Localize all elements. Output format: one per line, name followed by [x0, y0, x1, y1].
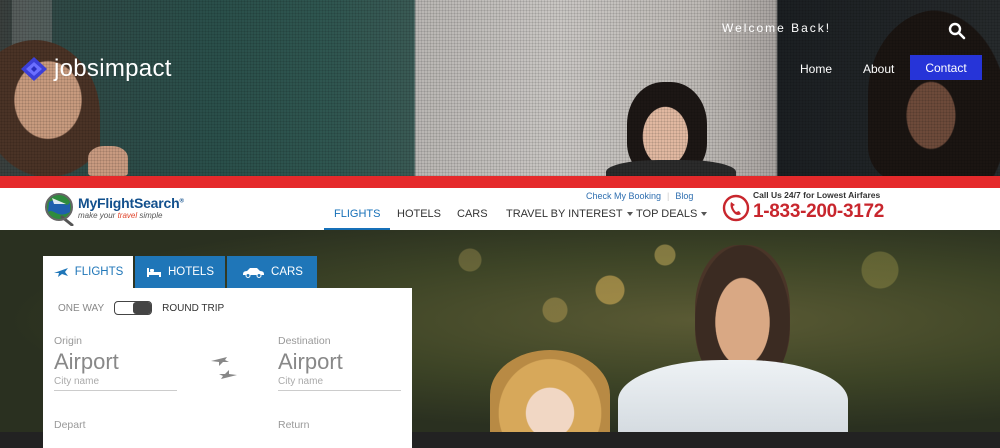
photo-man-body [618, 360, 848, 432]
tab-hotels[interactable]: HOTELS [135, 256, 225, 288]
depart-field[interactable]: Depart [54, 419, 177, 431]
origin-input[interactable]: Airport [54, 349, 177, 375]
plane-icon [53, 268, 68, 277]
nav-about[interactable]: About [863, 62, 894, 76]
call-label: Call Us 24/7 for Lowest Airfares [753, 190, 881, 200]
welcome-text: Welcome Back! [722, 21, 832, 35]
search-icon[interactable] [948, 22, 966, 40]
nav-top-deals[interactable]: TOP DEALS [636, 208, 708, 230]
globe-plane-icon [42, 190, 76, 227]
return-label: Return [278, 419, 310, 431]
utility-links: Check My Booking | Blog [586, 191, 693, 201]
search-tabs: FLIGHTS HOTELS CARS [43, 256, 319, 288]
destination-input[interactable]: Airport [278, 349, 401, 375]
nav-top-deals-label: TOP DEALS [636, 208, 698, 220]
brand-logo[interactable]: jobsimpact [20, 55, 172, 83]
nav-hotels[interactable]: HOTELS [397, 208, 441, 230]
nav-travel-by-interest-label: TRAVEL BY INTEREST [506, 208, 623, 220]
trip-type-toggle: ONE WAY ROUND TRIP [58, 301, 224, 315]
one-way-option[interactable]: ONE WAY [58, 303, 104, 314]
flight-search-form: ONE WAY ROUND TRIP Origin Airport City n… [43, 288, 412, 448]
mfs-logo-title: MyFlightSearch [78, 195, 180, 211]
tab-flights-label: FLIGHTS [74, 266, 124, 278]
blog-link[interactable]: Blog [675, 191, 693, 201]
brand-name: jobsimpact [54, 55, 172, 82]
photo-woman-body [606, 160, 736, 176]
photo-woman-hat [490, 350, 610, 432]
swap-planes-icon[interactable] [209, 351, 239, 385]
photo-person-right [868, 10, 1000, 176]
mfs-logo[interactable]: MyFlightSearch® make your travel simple [42, 190, 184, 227]
mfs-header: MyFlightSearch® make your travel simple … [0, 188, 1000, 230]
logo-tag-accent: travel [117, 211, 138, 220]
registered-mark: ® [179, 198, 184, 205]
origin-hint: City name [54, 376, 100, 387]
origin-underline [54, 390, 177, 391]
return-field[interactable]: Return [278, 419, 401, 431]
red-divider [0, 176, 1000, 188]
logo-tag-pre: make your [78, 211, 118, 220]
round-trip-option[interactable]: ROUND TRIP [162, 303, 224, 314]
nav-home[interactable]: Home [800, 62, 832, 76]
brand-logo-icon [20, 56, 48, 82]
destination-hint: City name [278, 376, 324, 387]
logo-tag-post: simple [137, 211, 163, 220]
nav-cars[interactable]: CARS [457, 208, 488, 230]
origin-field[interactable]: Origin Airport City name [54, 335, 177, 391]
nav-travel-by-interest[interactable]: TRAVEL BY INTEREST [506, 208, 633, 230]
hero-banner: jobsimpact Welcome Back! Home About Cont… [0, 0, 1000, 176]
check-booking-link[interactable]: Check My Booking [586, 191, 661, 201]
toggle-knob [133, 302, 152, 314]
destination-label: Destination [278, 335, 331, 347]
link-separator: | [667, 191, 670, 201]
phone-icon [722, 194, 750, 222]
depart-label: Depart [54, 419, 86, 431]
tab-cars-label: CARS [271, 266, 303, 278]
bed-icon [146, 268, 161, 277]
tab-hotels-label: HOTELS [167, 266, 214, 278]
contact-button[interactable]: Contact [910, 55, 982, 80]
chevron-down-icon [626, 212, 633, 217]
tab-flights[interactable]: FLIGHTS [43, 256, 133, 288]
origin-label: Origin [54, 335, 83, 347]
trip-type-switch[interactable] [114, 301, 153, 315]
destination-field[interactable]: Destination Airport City name [278, 335, 401, 391]
photo-hand [88, 146, 128, 176]
nav-flights[interactable]: FLIGHTS [323, 208, 392, 230]
chevron-down-icon [701, 212, 708, 217]
car-icon [243, 268, 265, 278]
phone-number[interactable]: 1-833-200-3172 [753, 201, 884, 223]
destination-underline [278, 390, 401, 391]
tab-cars[interactable]: CARS [227, 256, 317, 288]
